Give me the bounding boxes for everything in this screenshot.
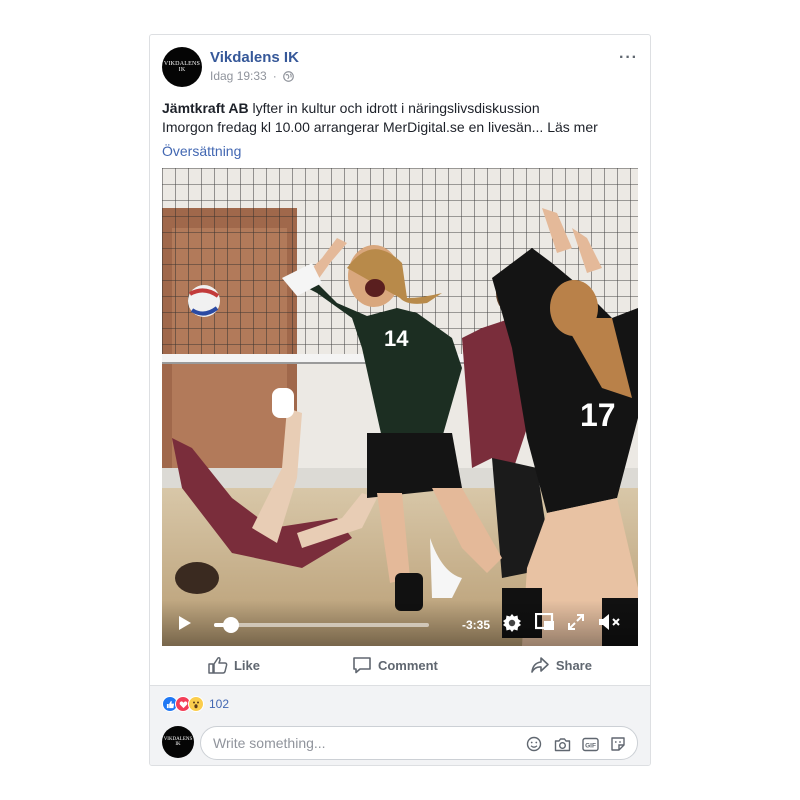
progress-scrubber[interactable] [223, 617, 240, 633]
thumbs-up-icon [208, 656, 228, 674]
jersey-number-17: 17 [580, 397, 616, 433]
read-more-link[interactable]: Läs mer [547, 119, 598, 135]
comment-button[interactable]: Comment [332, 656, 458, 674]
mute-icon[interactable] [598, 613, 622, 636]
comment-bubble-icon [352, 656, 372, 674]
video-frame: 14 17 [162, 168, 638, 646]
post-text: Jämtkraft AB lyfter in kultur och idrott… [162, 99, 638, 137]
page-name-link[interactable]: Vikdalens IK [210, 49, 299, 66]
commenter-avatar: VIKDALENS IK [162, 726, 194, 758]
reactions-summary[interactable]: 102 [162, 696, 229, 712]
picture-in-picture-icon[interactable] [534, 612, 555, 636]
gif-icon[interactable]: GIF [581, 735, 599, 753]
post-meta: Idag 19:33 · [210, 69, 294, 83]
share-button[interactable]: Share [510, 656, 612, 674]
post-body-line: Imorgon fredag kl 10.00 arrangerar MerDi… [162, 118, 638, 137]
comment-tools: GIF [525, 735, 627, 753]
post-headline: Jämtkraft AB lyfter in kultur och idrott… [162, 99, 638, 118]
meta-separator: · [272, 69, 277, 83]
svg-text:GIF: GIF [585, 742, 596, 749]
share-label: Share [555, 657, 592, 673]
headline-text: lyfter in kultur och idrott i näringsliv… [248, 100, 540, 116]
sticker-icon[interactable] [609, 735, 627, 753]
body-text: Imorgon fredag kl 10.00 arrangerar MerDi… [162, 119, 544, 135]
comment-box[interactable]: GIF [200, 726, 638, 760]
like-button[interactable]: Like [188, 656, 280, 674]
post-card: VIKDALENS IK Vikdalens IK Idag 19:33 · ·… [149, 34, 651, 766]
post-actions: Like Comment Share [162, 646, 638, 684]
settings-gear-icon[interactable] [502, 613, 522, 638]
emoji-icon[interactable] [525, 735, 543, 753]
video-progress-bar[interactable] [214, 617, 429, 633]
more-options-icon[interactable]: ··· [619, 49, 638, 67]
wow-reaction-icon [188, 696, 204, 712]
video-controls: -3:35 [162, 600, 638, 646]
video-player[interactable]: 14 17 -3:35 [162, 168, 638, 646]
camera-icon[interactable] [553, 735, 571, 753]
commenter-avatar-text: VIKDALENS IK [163, 737, 193, 747]
jersey-number-14: 14 [384, 326, 409, 351]
page-avatar[interactable]: VIKDALENS IK [162, 47, 202, 87]
globe-icon [282, 70, 294, 82]
time-remaining: -3:35 [462, 618, 491, 632]
avatar-text: VIKDALENS IK [163, 61, 201, 73]
reaction-count: 102 [209, 697, 230, 711]
comment-input[interactable] [213, 735, 513, 751]
fullscreen-icon[interactable] [568, 614, 584, 635]
comment-composer: VIKDALENS IK GIF [162, 726, 638, 760]
post-timestamp[interactable]: Idag 19:33 [210, 69, 267, 83]
play-icon[interactable] [178, 615, 192, 636]
share-arrow-icon [530, 656, 550, 674]
post-header: VIKDALENS IK Vikdalens IK Idag 19:33 · ·… [162, 47, 638, 91]
like-label: Like [233, 657, 260, 673]
mentioned-page-link[interactable]: Jämtkraft AB [162, 100, 249, 116]
translation-link[interactable]: Översättning [162, 143, 241, 159]
post-footer: 102 VIKDALENS IK GIF [150, 685, 650, 765]
comment-label: Comment [377, 657, 438, 673]
